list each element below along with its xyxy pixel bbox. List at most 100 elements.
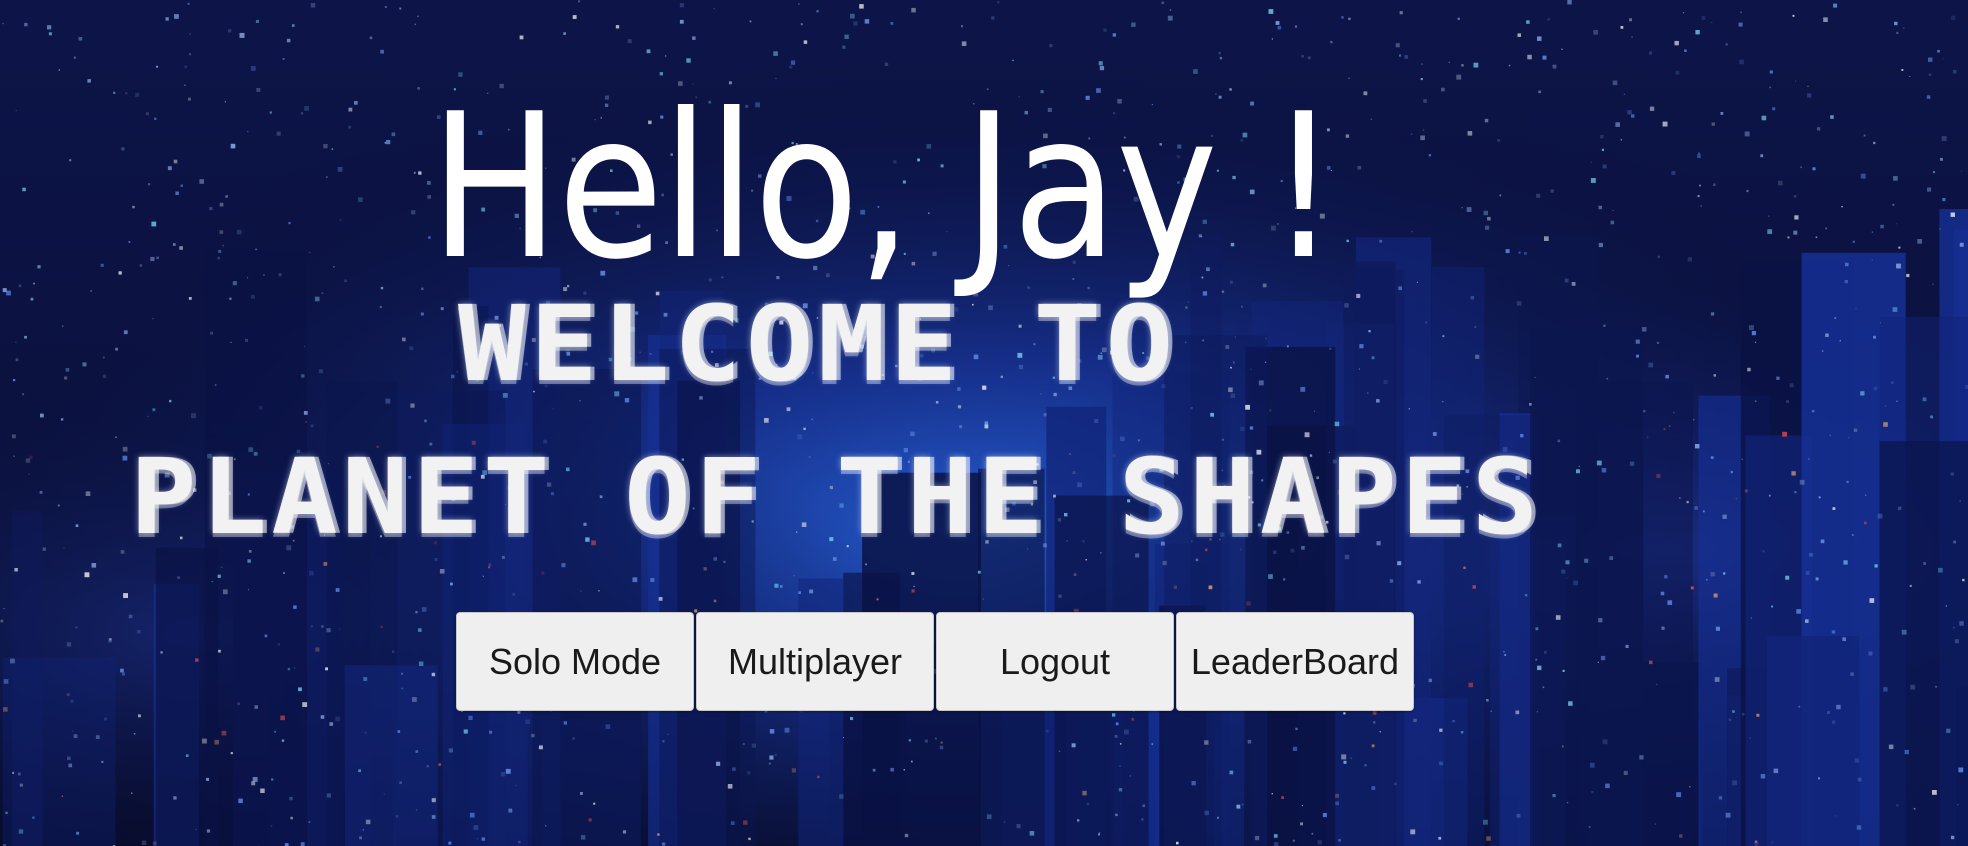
city-light	[1896, 31, 1899, 34]
city-light	[1596, 460, 1602, 466]
city-light	[982, 598, 984, 600]
city-light	[66, 693, 70, 697]
city-light	[217, 256, 220, 260]
city-light	[206, 829, 211, 833]
city-light	[1119, 743, 1122, 745]
city-light	[843, 737, 845, 739]
city-light	[10, 658, 15, 664]
city-light	[1517, 33, 1521, 37]
city-light	[283, 572, 285, 574]
city-light	[1620, 26, 1624, 29]
city-light	[1795, 80, 1797, 82]
city-light	[1725, 43, 1728, 46]
city-light	[1410, 133, 1413, 135]
city-light	[537, 747, 539, 749]
city-light	[123, 330, 128, 335]
city-light	[1649, 660, 1653, 665]
city-light	[774, 753, 777, 756]
city-light	[1786, 400, 1789, 403]
city-light	[1674, 40, 1679, 46]
city-light	[344, 279, 347, 282]
city-light	[1769, 86, 1771, 89]
city-light	[1821, 350, 1824, 352]
city-light	[1789, 383, 1794, 388]
city-light	[463, 729, 468, 734]
city-light	[1623, 93, 1625, 95]
city-light	[1864, 521, 1867, 525]
city-light	[667, 733, 669, 736]
city-light	[224, 101, 226, 103]
leaderboard-button[interactable]: LeaderBoard	[1176, 612, 1414, 711]
city-light	[1689, 786, 1691, 788]
city-light	[1654, 823, 1656, 825]
city-light	[1417, 580, 1421, 584]
logout-button[interactable]: Logout	[936, 612, 1174, 711]
city-light	[222, 589, 228, 595]
city-light	[1230, 366, 1232, 369]
city-light	[258, 405, 263, 410]
city-light	[15, 341, 17, 343]
main-menu: Solo Mode Multiplayer Logout LeaderBoard	[456, 612, 1414, 711]
city-light	[1740, 11, 1742, 13]
city-light	[1697, 195, 1700, 198]
city-light	[865, 563, 867, 566]
city-light	[1772, 107, 1776, 111]
city-light	[17, 772, 21, 776]
city-light	[1394, 782, 1397, 786]
city-light	[1350, 757, 1353, 760]
city-light	[1679, 497, 1681, 499]
city-light	[1300, 822, 1303, 826]
building	[1576, 381, 1693, 846]
city-light	[1269, 409, 1272, 412]
city-light	[78, 37, 83, 41]
city-light	[321, 292, 324, 294]
city-light	[395, 815, 399, 818]
city-light	[1863, 134, 1866, 137]
city-light	[1571, 282, 1576, 286]
city-light	[95, 735, 100, 739]
city-light	[1852, 240, 1855, 243]
city-light	[1161, 1, 1165, 5]
city-light	[768, 762, 771, 765]
city-light	[1794, 491, 1797, 494]
city-light	[1873, 386, 1877, 391]
city-light	[1359, 368, 1360, 370]
city-light	[451, 374, 455, 379]
city-light	[1598, 618, 1603, 623]
city-light	[578, 0, 581, 3]
city-light	[1118, 788, 1123, 792]
city-light	[1635, 339, 1640, 344]
city-light	[138, 714, 141, 718]
city-light	[1791, 471, 1796, 476]
city-light	[325, 667, 328, 671]
city-light	[304, 345, 306, 348]
city-light	[798, 3, 800, 5]
city-light	[238, 798, 243, 804]
city-light	[1566, 801, 1569, 804]
city-light	[977, 570, 981, 574]
city-light	[1825, 333, 1829, 337]
city-light	[1082, 790, 1087, 796]
city-light	[518, 840, 521, 844]
city-light	[839, 794, 844, 799]
city-light	[679, 19, 684, 24]
city-light	[1274, 842, 1279, 846]
city-light	[1202, 339, 1204, 342]
city-light	[1249, 426, 1254, 430]
city-light	[1322, 813, 1327, 818]
city-light	[1348, 77, 1350, 79]
city-light	[1562, 669, 1565, 672]
city-light	[1131, 22, 1136, 27]
city-light	[1723, 572, 1726, 575]
multiplayer-button[interactable]: Multiplayer	[696, 612, 934, 711]
city-light	[232, 281, 237, 286]
city-light	[1343, 712, 1346, 715]
city-light	[959, 425, 963, 429]
city-light	[156, 256, 159, 260]
city-light	[1485, 225, 1490, 230]
solo-mode-button[interactable]: Solo Mode	[456, 612, 694, 711]
city-light	[1346, 239, 1349, 243]
city-light	[1452, 719, 1455, 723]
city-light	[101, 760, 104, 763]
city-light	[1176, 841, 1179, 845]
